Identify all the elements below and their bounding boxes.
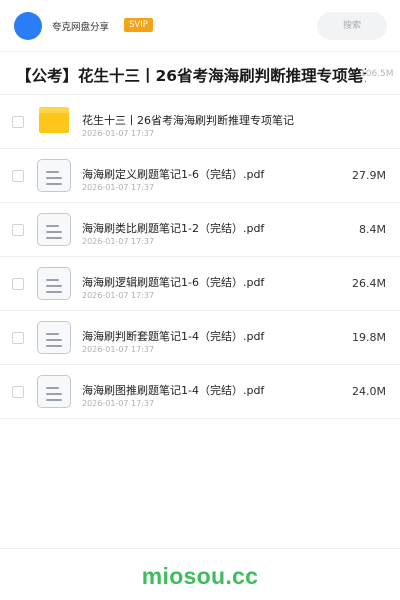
select-checkbox[interactable] bbox=[12, 224, 24, 236]
list-item[interactable]: 海海刷类比刷题笔记1-2（完结）.pdf 2026-01-07 17:37 8.… bbox=[0, 203, 400, 257]
document-icon bbox=[37, 375, 71, 408]
list-item[interactable]: 海海刷定义刷题笔记1-6（完结）.pdf 2026-01-07 17:37 27… bbox=[0, 149, 400, 203]
document-icon bbox=[37, 159, 71, 192]
svip-badge: SVIP bbox=[124, 18, 153, 32]
file-name[interactable]: 海海刷逻辑刷题笔记1-6（完结）.pdf bbox=[82, 274, 352, 290]
file-date: 2026-01-07 17:37 bbox=[82, 183, 155, 192]
file-size: 27.9M bbox=[352, 169, 386, 182]
avatar[interactable] bbox=[14, 12, 42, 40]
select-checkbox[interactable] bbox=[12, 116, 24, 128]
file-name[interactable]: 海海刷图推刷题笔记1-4（完结）.pdf bbox=[82, 382, 352, 398]
document-icon bbox=[37, 321, 71, 354]
select-checkbox[interactable] bbox=[12, 386, 24, 398]
brand-label: 夸克网盘分享 bbox=[52, 22, 110, 33]
file-date: 2026-01-07 17:37 bbox=[82, 345, 155, 354]
file-name[interactable]: 海海刷类比刷题笔记1-2（完结）.pdf bbox=[82, 220, 352, 236]
document-icon bbox=[37, 213, 71, 246]
file-date: 2026-01-07 17:37 bbox=[82, 237, 155, 246]
file-date: 2026-01-07 17:37 bbox=[82, 291, 155, 300]
file-name[interactable]: 花生十三丨26省考海海刷判断推理专项笔记 bbox=[82, 112, 352, 128]
select-checkbox[interactable] bbox=[12, 278, 24, 290]
file-size: 24.0M bbox=[352, 385, 386, 398]
page-title: 【公考】花生十三丨26省考海海刷判断推理专项笔记 bbox=[16, 67, 366, 85]
select-checkbox[interactable] bbox=[12, 170, 24, 182]
file-date: 2026-01-07 17:37 bbox=[82, 129, 155, 138]
file-name[interactable]: 海海刷定义刷题笔记1-6（完结）.pdf bbox=[82, 166, 352, 182]
file-size: 8.4M bbox=[359, 223, 386, 236]
file-date: 2026-01-07 17:37 bbox=[82, 399, 155, 408]
folder-icon bbox=[39, 107, 69, 133]
file-list: 花生十三丨26省考海海刷判断推理专项笔记 2026-01-07 17:37 海海… bbox=[0, 95, 400, 419]
file-size: 26.4M bbox=[352, 277, 386, 290]
top-bar: 夸克网盘分享 SVIP 搜索 bbox=[0, 0, 400, 52]
file-name[interactable]: 海海刷判断套题笔记1-4（完结）.pdf bbox=[82, 328, 352, 344]
list-item[interactable]: 海海刷逻辑刷题笔记1-6（完结）.pdf 2026-01-07 17:37 26… bbox=[0, 257, 400, 311]
search-button[interactable]: 搜索 bbox=[317, 12, 387, 40]
folder-size: 106.5M bbox=[360, 69, 394, 79]
document-icon bbox=[37, 267, 71, 300]
list-item[interactable]: 海海刷判断套题笔记1-4（完结）.pdf 2026-01-07 17:37 19… bbox=[0, 311, 400, 365]
watermark: miosou.cc bbox=[141, 563, 259, 589]
file-size: 19.8M bbox=[352, 331, 386, 344]
select-checkbox[interactable] bbox=[12, 332, 24, 344]
list-item[interactable]: 花生十三丨26省考海海刷判断推理专项笔记 2026-01-07 17:37 bbox=[0, 95, 400, 149]
list-item[interactable]: 海海刷图推刷题笔记1-4（完结）.pdf 2026-01-07 17:37 24… bbox=[0, 365, 400, 419]
